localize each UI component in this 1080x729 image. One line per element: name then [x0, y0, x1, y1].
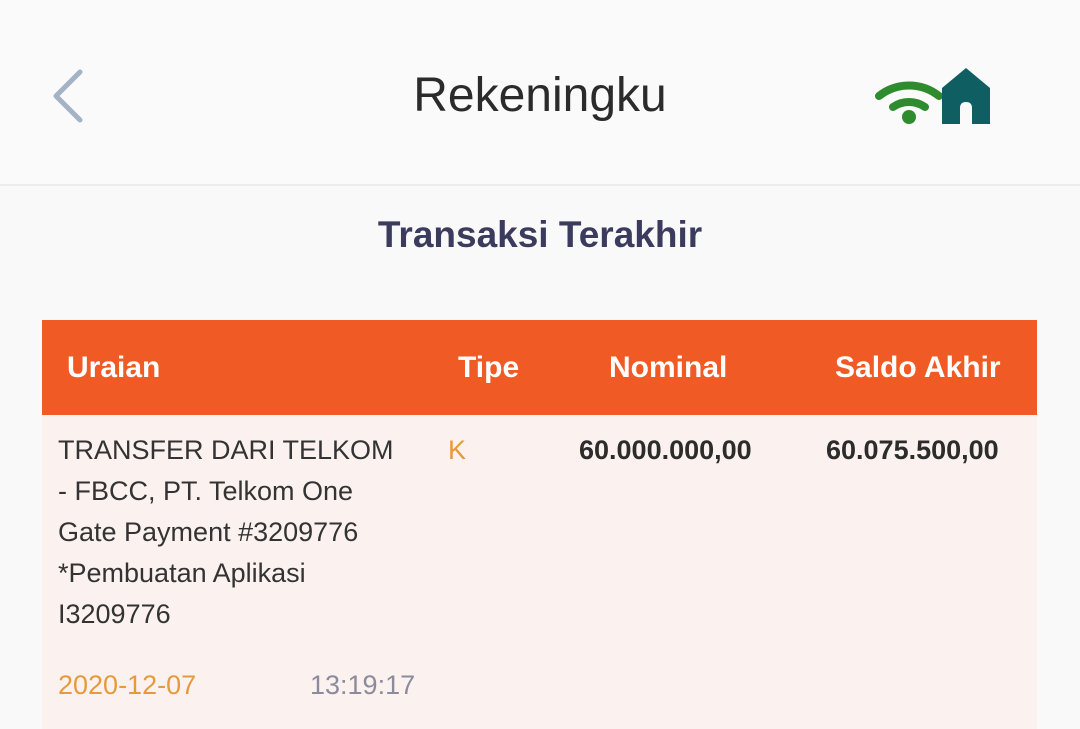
column-header-saldo-akhir: Saldo Akhir: [835, 351, 1001, 384]
table-header: Uraian Tipe Nominal Saldo Akhir: [42, 320, 1037, 415]
status-icons: [874, 64, 994, 126]
section-title: Transaksi Terakhir: [377, 214, 703, 255]
app-header: Rekeningku: [0, 0, 1080, 186]
wifi-icon: [875, 81, 943, 124]
home-icon[interactable]: [942, 68, 990, 124]
transaction-description: TRANSFER DARI TELKOM - FBCC, PT. Telkom …: [58, 435, 394, 629]
transaction-time: 13:19:17: [310, 670, 416, 700]
transaction-nominal: 60.000.000,00: [579, 435, 752, 465]
column-header-tipe: Tipe: [458, 351, 520, 384]
transactions-table: Uraian Tipe Nominal Saldo Akhir TRANSFER…: [42, 320, 1037, 729]
column-header-uraian: Uraian: [67, 351, 161, 384]
column-header-nominal: Nominal: [609, 351, 728, 384]
transaction-date: 2020-12-07: [58, 670, 197, 700]
transaction-saldo: 60.075.500,00: [826, 435, 999, 465]
transaction-type: K: [448, 435, 467, 465]
